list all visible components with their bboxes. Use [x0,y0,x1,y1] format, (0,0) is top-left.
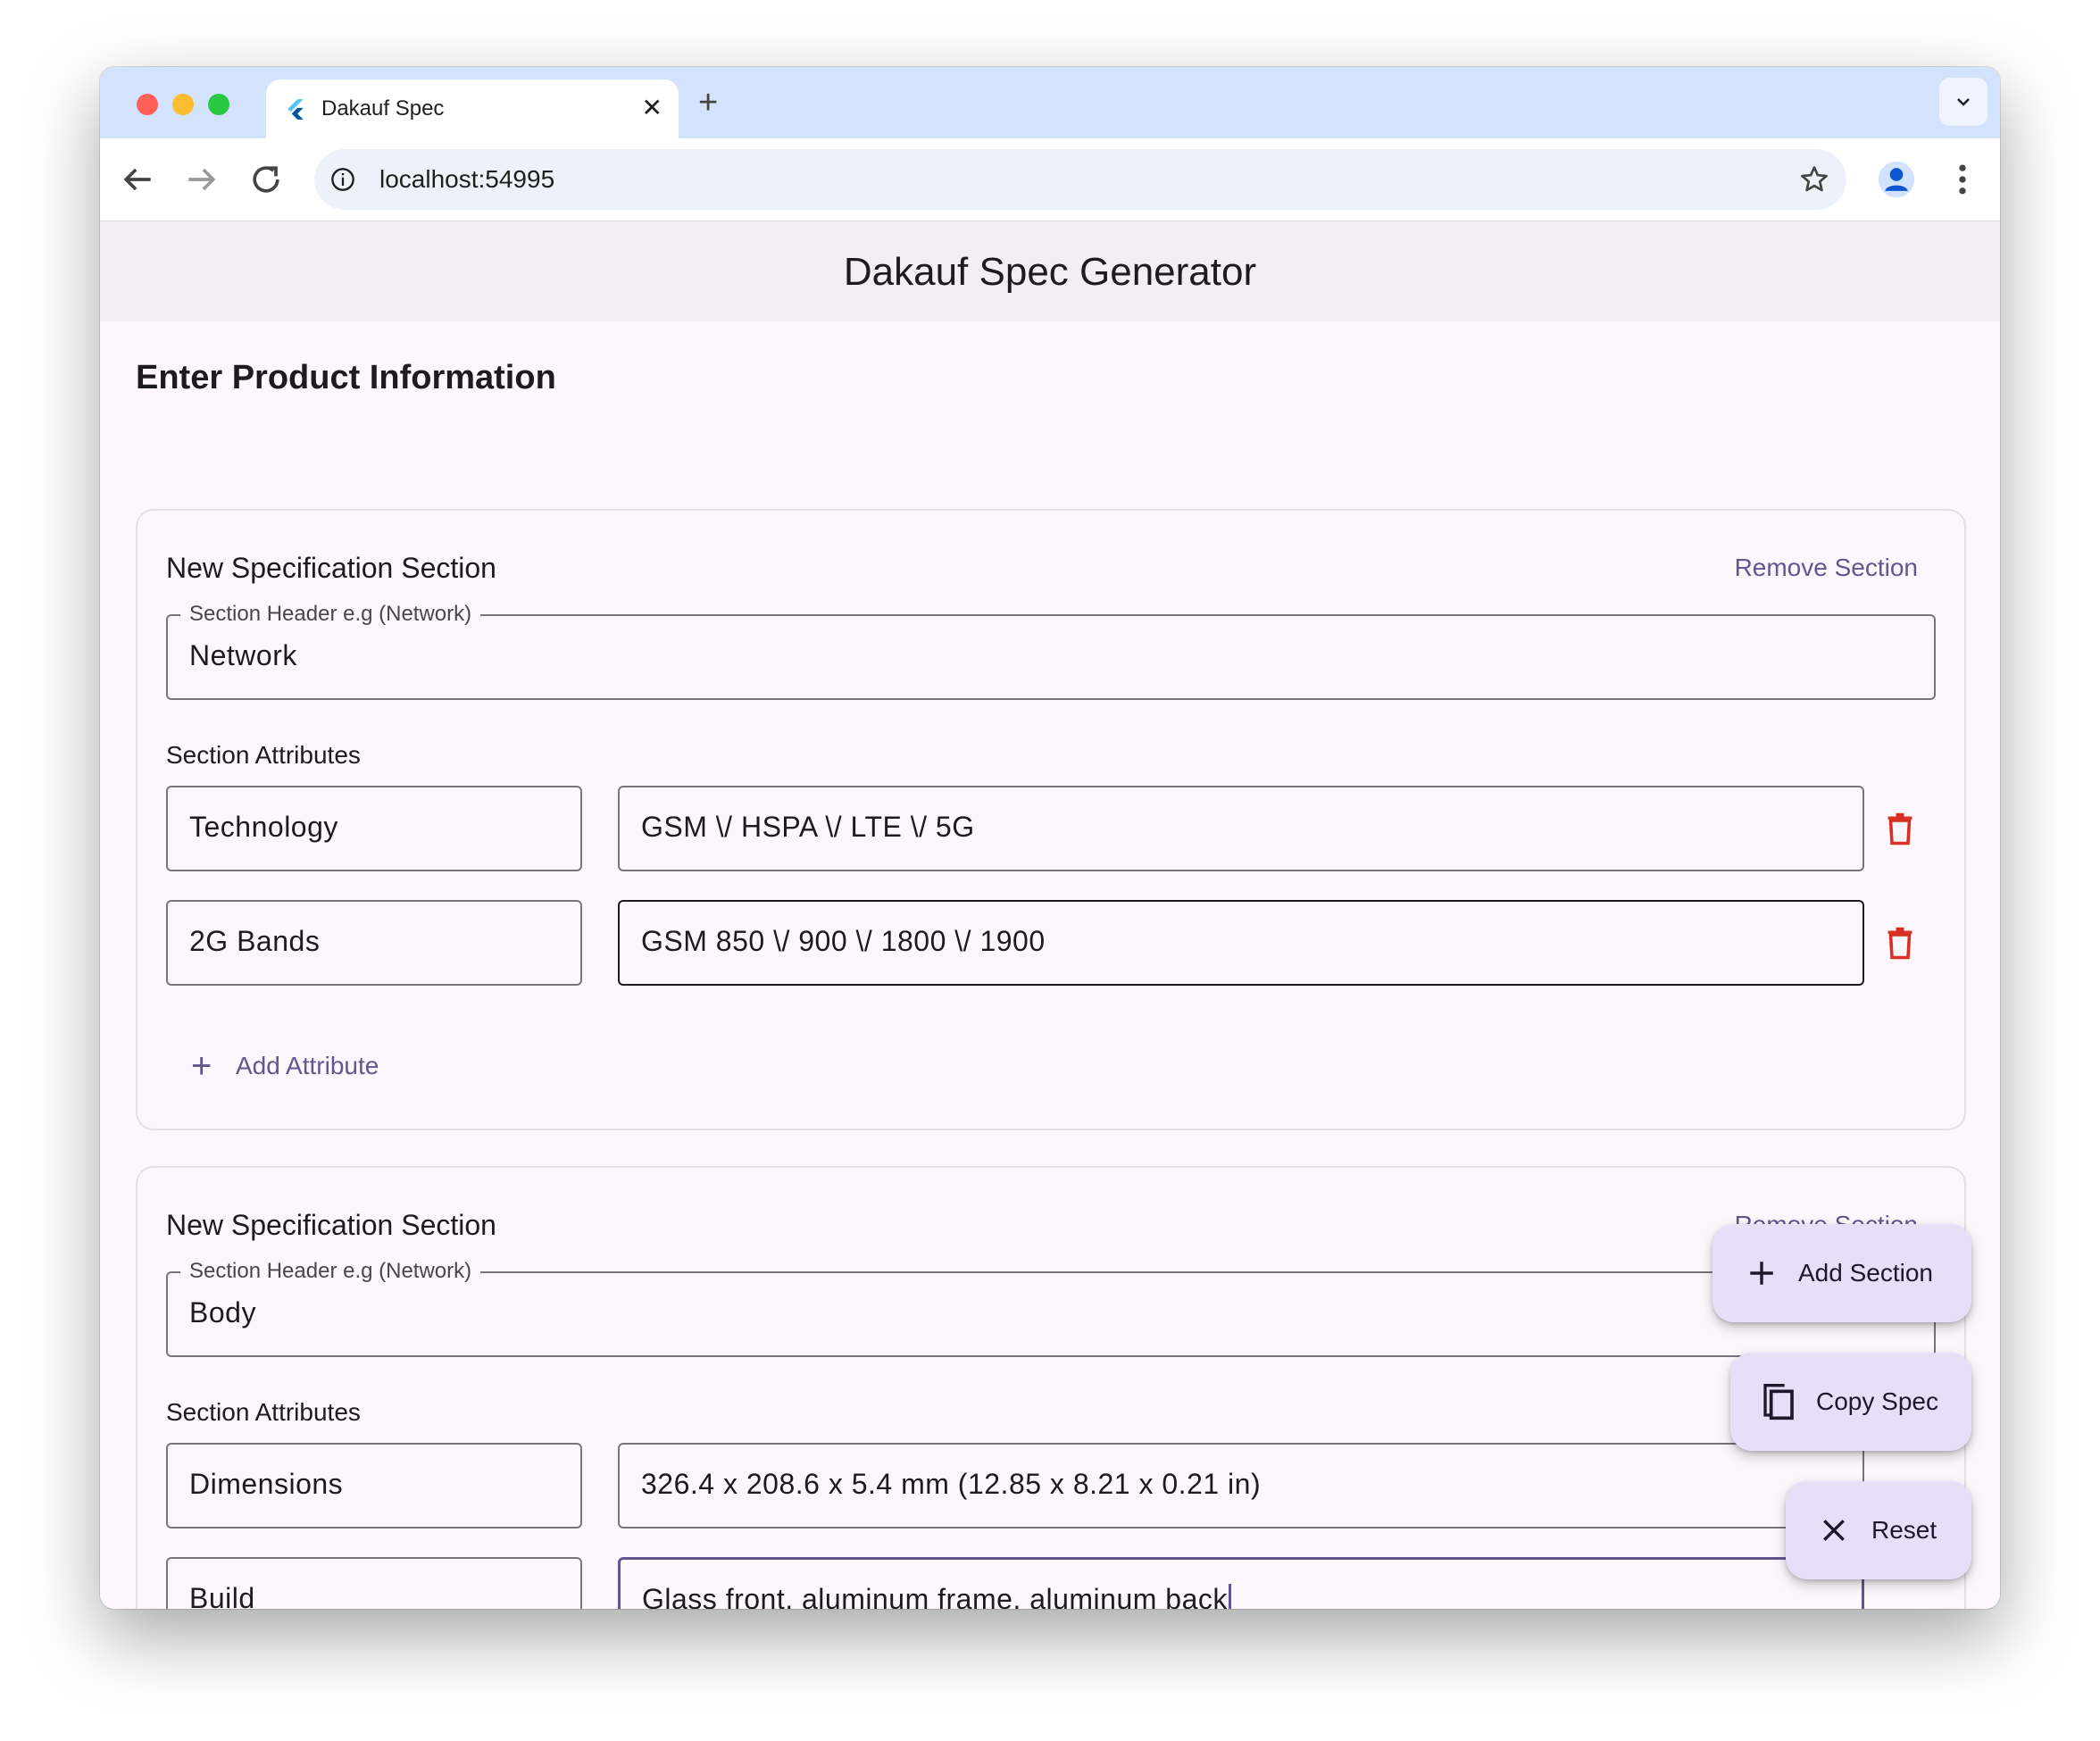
app-bar: Dakauf Spec Generator [100,221,2000,321]
attribute-value-text: GSM \/ HSPA \/ LTE \/ 5G [641,811,975,843]
attribute-value-text: 326.4 x 208.6 x 5.4 mm (12.85 x 8.21 x 0… [641,1468,1262,1500]
tab-strip: Dakauf Spec ✕ + [100,67,2000,138]
plus-icon: + [191,1046,212,1086]
close-icon [1823,1520,1845,1541]
section-header-input[interactable]: Section Header e.g (Network) Network [166,602,1936,700]
reset-fab[interactable]: Reset [1786,1481,1971,1579]
close-window-button[interactable] [137,94,158,115]
copy-spec-label: Copy Spec [1816,1387,1938,1415]
add-attribute-label: Add Attribute [236,1052,379,1079]
attribute-name-value: Dimensions [189,1468,344,1500]
address-bar[interactable]: localhost:54995 [314,149,1846,210]
section-card-title: New Specification Section [166,552,496,584]
reset-label: Reset [1871,1516,1938,1544]
attribute-value-text: Glass front, aluminum frame, aluminum ba… [642,1583,1228,1609]
browser-menu-icon[interactable] [1943,160,1982,199]
profile-avatar-icon[interactable] [1877,160,1916,199]
spec-section-card: New Specification Section Remove Section… [136,509,1966,1130]
section-header-value: Body [189,1296,256,1329]
site-info-icon[interactable] [330,167,355,192]
attribute-name-input[interactable]: Technology [166,786,582,871]
attribute-name-value: Technology [189,811,338,843]
flutter-icon [288,99,304,120]
attribute-value-input[interactable]: GSM 850 \/ 900 \/ 1800 \/ 1900 [618,900,1864,986]
spec-section-card: New Specification Section Remove Section… [136,1166,1966,1609]
maximize-window-button[interactable] [208,94,229,115]
new-tab-icon[interactable]: + [698,83,718,122]
tab-search-button[interactable] [1939,78,1988,126]
attribute-name-input[interactable]: Build [166,1557,582,1609]
text-cursor [1228,1583,1231,1609]
browser-tab[interactable]: Dakauf Spec ✕ [266,79,679,138]
browser-window: Dakauf Spec ✕ + localhost:54995 Dakauf S… [100,67,2000,1609]
section-header-input[interactable]: Section Header e.g (Network) Body [166,1259,1936,1357]
copy-icon [1763,1384,1794,1420]
delete-icon[interactable] [1884,925,1916,961]
section-card-title: New Specification Section [166,1209,496,1241]
page-heading: Enter Product Information [136,359,556,396]
delete-icon[interactable] [1884,811,1916,846]
attribute-value-input[interactable]: GSM \/ HSPA \/ LTE \/ 5G [618,786,1864,871]
section-attributes-label: Section Attributes [166,741,361,769]
reload-icon[interactable] [246,160,286,199]
attribute-value-input[interactable]: 326.4 x 208.6 x 5.4 mm (12.85 x 8.21 x 0… [618,1443,1864,1529]
add-section-label: Add Section [1798,1259,1933,1287]
back-arrow-icon[interactable] [118,160,157,199]
section-header-label: Section Header e.g (Network) [180,602,481,627]
add-section-fab[interactable]: Add Section [1712,1224,1971,1322]
main-content[interactable]: Enter Product Information New Specificat… [100,321,2000,1609]
browser-toolbar: localhost:54995 [100,138,2000,221]
attribute-name-input[interactable]: 2G Bands [166,900,582,986]
attribute-value-text-wrap: Glass front, aluminum frame, aluminum ba… [642,1583,1231,1609]
section-header-label: Section Header e.g (Network) [180,1259,481,1284]
attribute-name-value: Build [189,1582,255,1609]
attribute-value-input[interactable]: Glass front, aluminum frame, aluminum ba… [618,1557,1864,1609]
attribute-value-text: GSM 850 \/ 900 \/ 1800 \/ 1900 [641,925,1046,957]
bookmark-star-icon[interactable] [1798,163,1830,196]
tab-close-icon[interactable]: ✕ [642,92,662,124]
section-attributes-label: Section Attributes [166,1398,361,1426]
app-title: Dakauf Spec Generator [843,250,1257,294]
copy-spec-fab[interactable]: Copy Spec [1730,1353,1971,1451]
attribute-name-value: 2G Bands [189,925,321,957]
forward-arrow-icon[interactable] [182,160,221,199]
tab-title: Dakauf Spec [321,96,445,121]
remove-section-button[interactable]: Remove Section [1735,554,1918,582]
section-header-value: Network [189,639,297,671]
attribute-name-input[interactable]: Dimensions [166,1443,582,1529]
url-text: localhost:54995 [379,165,555,193]
chevron-down-icon [1957,98,1970,106]
minimize-window-button[interactable] [172,94,194,115]
plus-icon [1750,1262,1773,1285]
